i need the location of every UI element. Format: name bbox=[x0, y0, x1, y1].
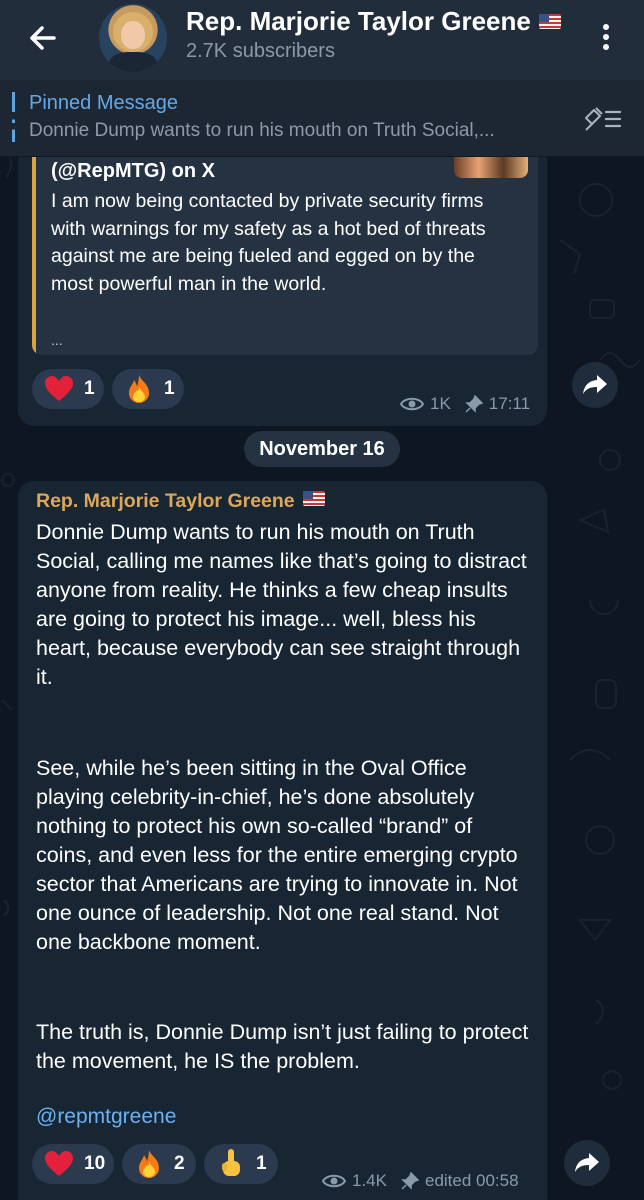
reaction-heart[interactable]: 10 bbox=[32, 1144, 114, 1184]
chat-header: Rep. Marjorie Taylor Greene 2.7K subscri… bbox=[0, 0, 644, 80]
message-time: 17:11 bbox=[488, 394, 531, 413]
pinned-indicator bbox=[12, 92, 15, 142]
reaction-count: 10 bbox=[84, 1153, 106, 1174]
views-eye-icon bbox=[322, 1174, 346, 1188]
quote-ellipsis: ... bbox=[51, 332, 63, 348]
message-paragraph: See, while he’s been sitting in the Oval… bbox=[36, 756, 518, 954]
pin-icon bbox=[464, 395, 483, 413]
fire-icon bbox=[124, 374, 154, 404]
message-meta: 1.4K edited 00:58 bbox=[322, 1171, 519, 1191]
more-options-icon[interactable] bbox=[596, 24, 616, 54]
reaction-count: 1 bbox=[164, 378, 175, 399]
message-meta: 1K 17:11 bbox=[400, 394, 530, 414]
reaction-heart[interactable]: 1 bbox=[32, 369, 104, 409]
mention-link[interactable]: @repmtgreene bbox=[36, 1105, 176, 1129]
pinned-list-icon[interactable] bbox=[582, 104, 624, 134]
reaction-count: 1 bbox=[84, 378, 95, 399]
view-count: 1K bbox=[430, 394, 451, 413]
fire-icon bbox=[134, 1149, 164, 1179]
channel-title-text: Rep. Marjorie Taylor Greene bbox=[186, 6, 531, 36]
channel-avatar[interactable] bbox=[99, 4, 167, 72]
forward-arrow-icon bbox=[583, 375, 607, 394]
red-heart-icon bbox=[44, 1149, 74, 1179]
us-flag-icon bbox=[538, 14, 561, 29]
channel-title[interactable]: Rep. Marjorie Taylor Greene bbox=[186, 6, 561, 37]
pinned-text: Donnie Dump wants to run his mouth on Tr… bbox=[29, 120, 495, 141]
message-paragraph: Donnie Dump wants to run his mouth on Tr… bbox=[36, 520, 527, 689]
reaction-middle-finger[interactable]: 1 bbox=[204, 1144, 278, 1184]
view-count: 1.4K bbox=[352, 1171, 387, 1190]
forward-button[interactable] bbox=[564, 1140, 610, 1186]
sender-name-text: Rep. Marjorie Taylor Greene bbox=[36, 490, 295, 512]
reaction-fire[interactable]: 1 bbox=[112, 369, 184, 409]
forward-button[interactable] bbox=[572, 362, 618, 408]
pinned-title: Pinned Message bbox=[29, 92, 178, 114]
message-paragraph: The truth is, Donnie Dump isn’t just fai… bbox=[36, 1020, 529, 1073]
reaction-count: 1 bbox=[256, 1153, 267, 1174]
back-arrow-icon[interactable] bbox=[22, 20, 66, 56]
sender-name[interactable]: Rep. Marjorie Taylor Greene bbox=[36, 490, 325, 513]
subscriber-count: 2.7K subscribers bbox=[186, 40, 335, 62]
us-flag-icon bbox=[302, 491, 325, 506]
edited-time: edited 00:58 bbox=[424, 1171, 519, 1190]
views-eye-icon bbox=[400, 397, 424, 411]
reaction-fire[interactable]: 2 bbox=[122, 1144, 196, 1184]
red-heart-icon bbox=[44, 374, 74, 404]
reaction-count: 2 bbox=[174, 1153, 185, 1174]
quote-source: (@RepMTG) on X bbox=[51, 160, 215, 182]
forward-arrow-icon bbox=[575, 1153, 599, 1172]
date-separator: November 16 bbox=[244, 431, 400, 467]
pin-icon bbox=[401, 1172, 419, 1190]
middle-finger-icon bbox=[216, 1149, 246, 1179]
quote-text: I am now being contacted by private secu… bbox=[51, 190, 486, 295]
